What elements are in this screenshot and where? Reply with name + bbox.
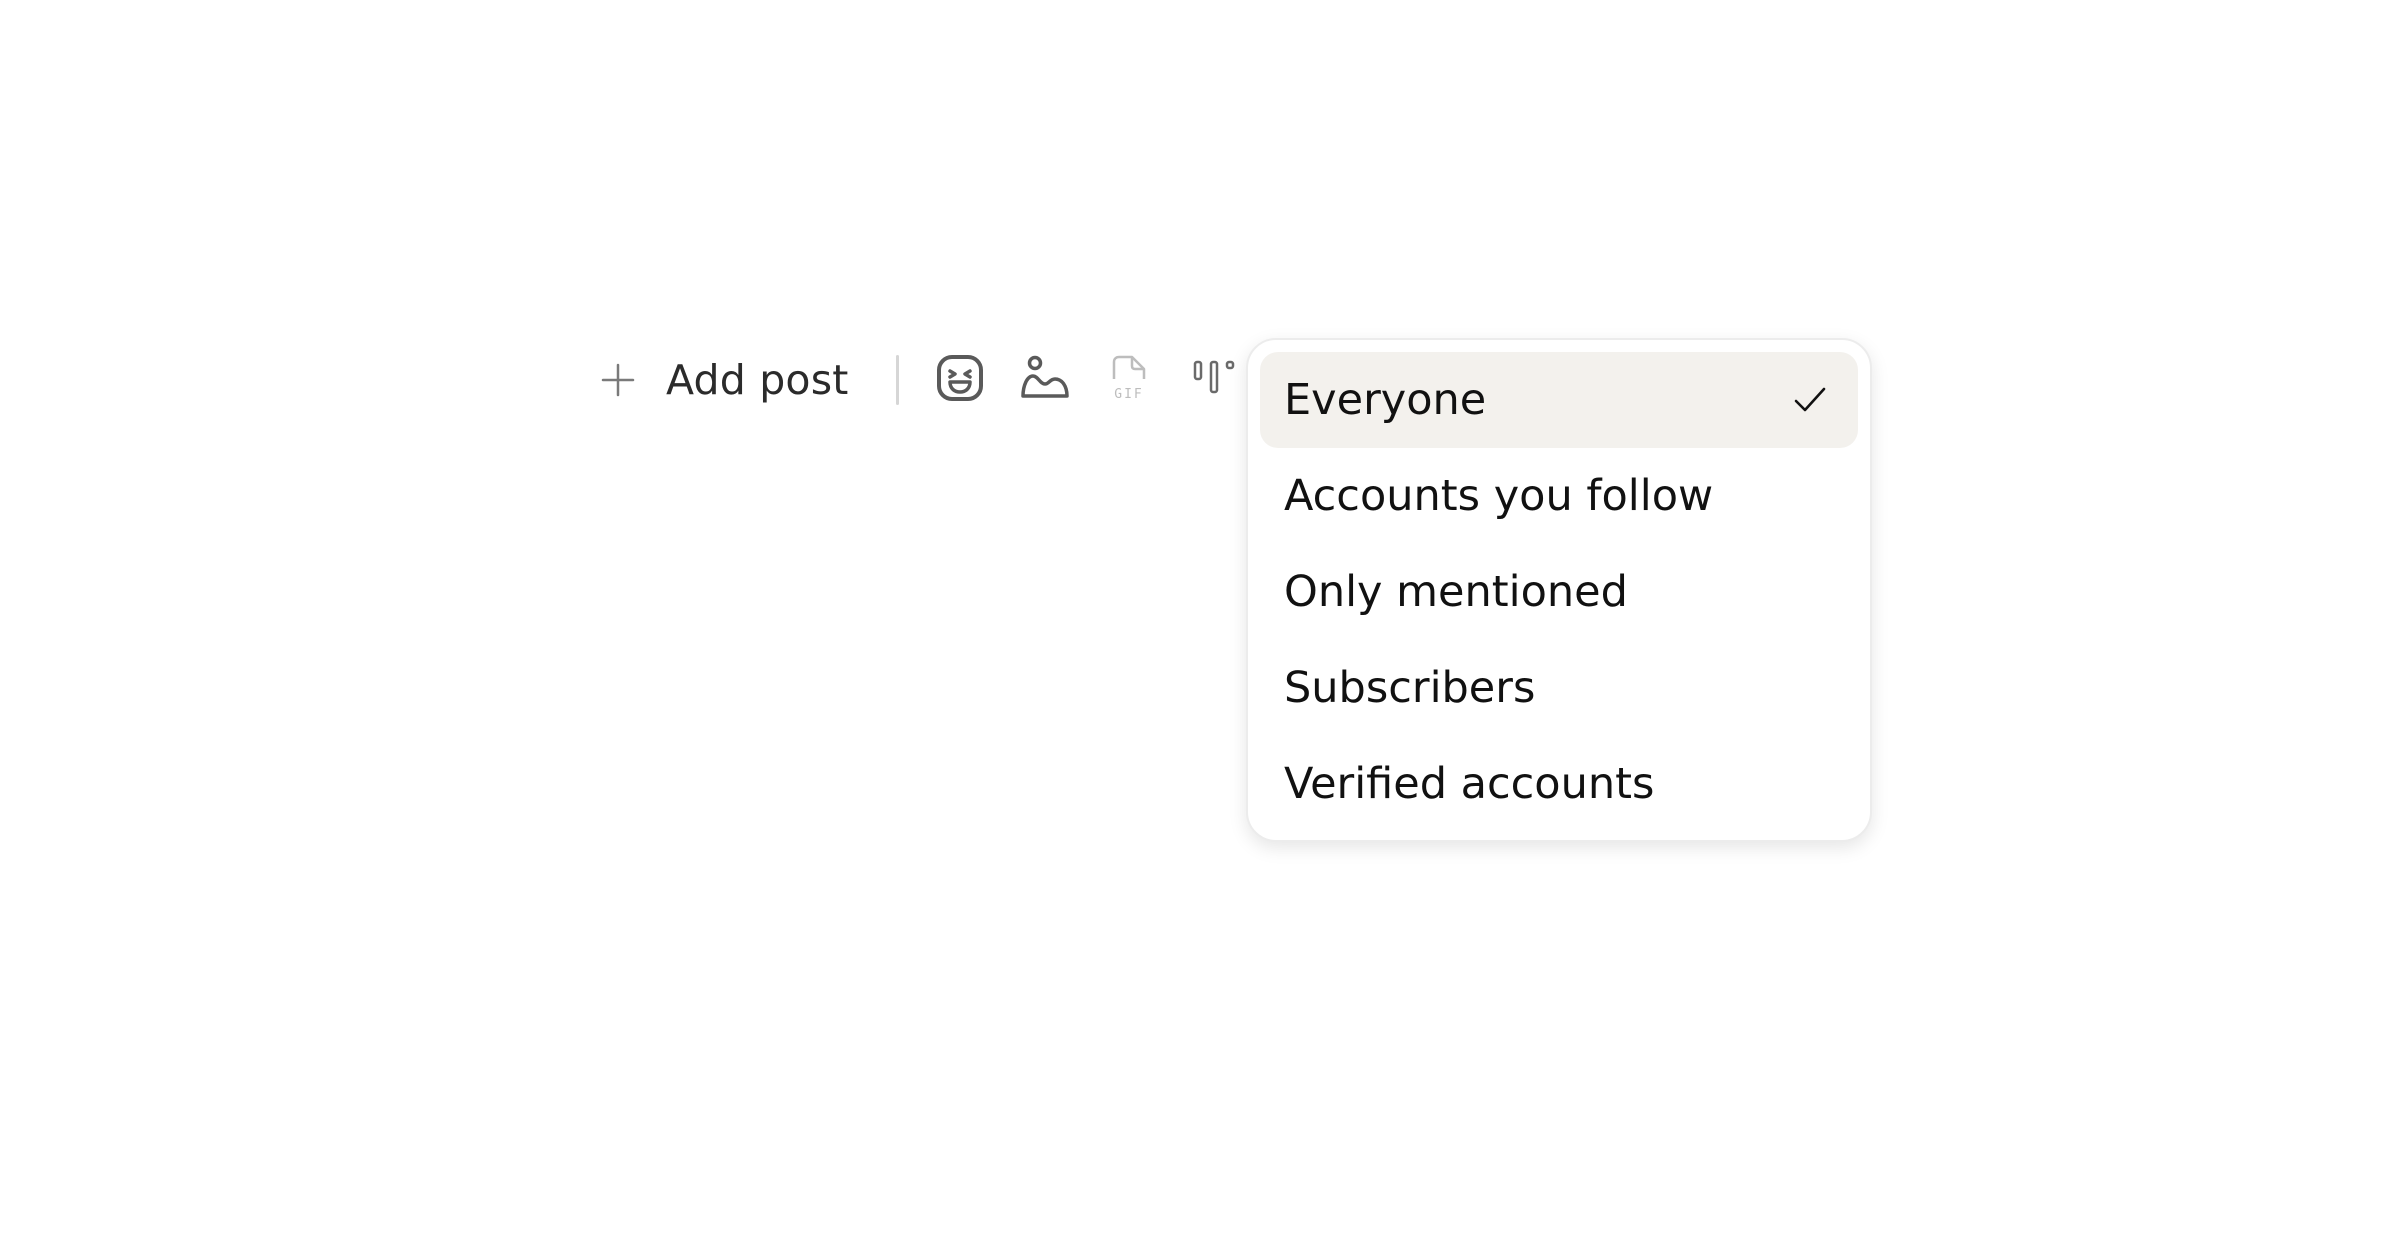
add-post-label: Add post: [666, 356, 849, 404]
poll-icon: [1190, 353, 1240, 407]
menu-item-subscribers[interactable]: Subscribers: [1260, 640, 1858, 736]
gif-button[interactable]: GIF: [1095, 345, 1165, 415]
menu-item-verified-accounts[interactable]: Verified accounts: [1260, 736, 1858, 832]
image-icon: [1019, 352, 1071, 408]
sticker-button[interactable]: [925, 345, 995, 415]
reply-audience-menu: Everyone Accounts you follow Only mentio…: [1246, 338, 1872, 842]
menu-item-accounts-you-follow[interactable]: Accounts you follow: [1260, 448, 1858, 544]
gif-icon: GIF: [1105, 353, 1155, 407]
menu-item-everyone[interactable]: Everyone: [1260, 352, 1858, 448]
add-post-button[interactable]: Add post: [590, 352, 849, 408]
composer-toolbar: Add post GIF: [590, 340, 1265, 420]
poll-button[interactable]: [1180, 345, 1250, 415]
gif-label: GIF: [1114, 387, 1143, 402]
toolbar-divider: [895, 355, 899, 405]
menu-item-label: Only mentioned: [1284, 567, 1628, 617]
check-icon: [1790, 380, 1830, 420]
menu-item-label: Subscribers: [1284, 663, 1536, 713]
image-button[interactable]: [1010, 345, 1080, 415]
sticker-icon: [935, 353, 985, 407]
menu-item-label: Accounts you follow: [1284, 471, 1714, 521]
menu-item-label: Verified accounts: [1284, 759, 1655, 809]
menu-item-label: Everyone: [1284, 375, 1487, 425]
plus-icon: [590, 352, 646, 408]
menu-item-only-mentioned[interactable]: Only mentioned: [1260, 544, 1858, 640]
composer-canvas: Add post GIF Everyone Accounts you follo…: [0, 0, 2400, 1260]
